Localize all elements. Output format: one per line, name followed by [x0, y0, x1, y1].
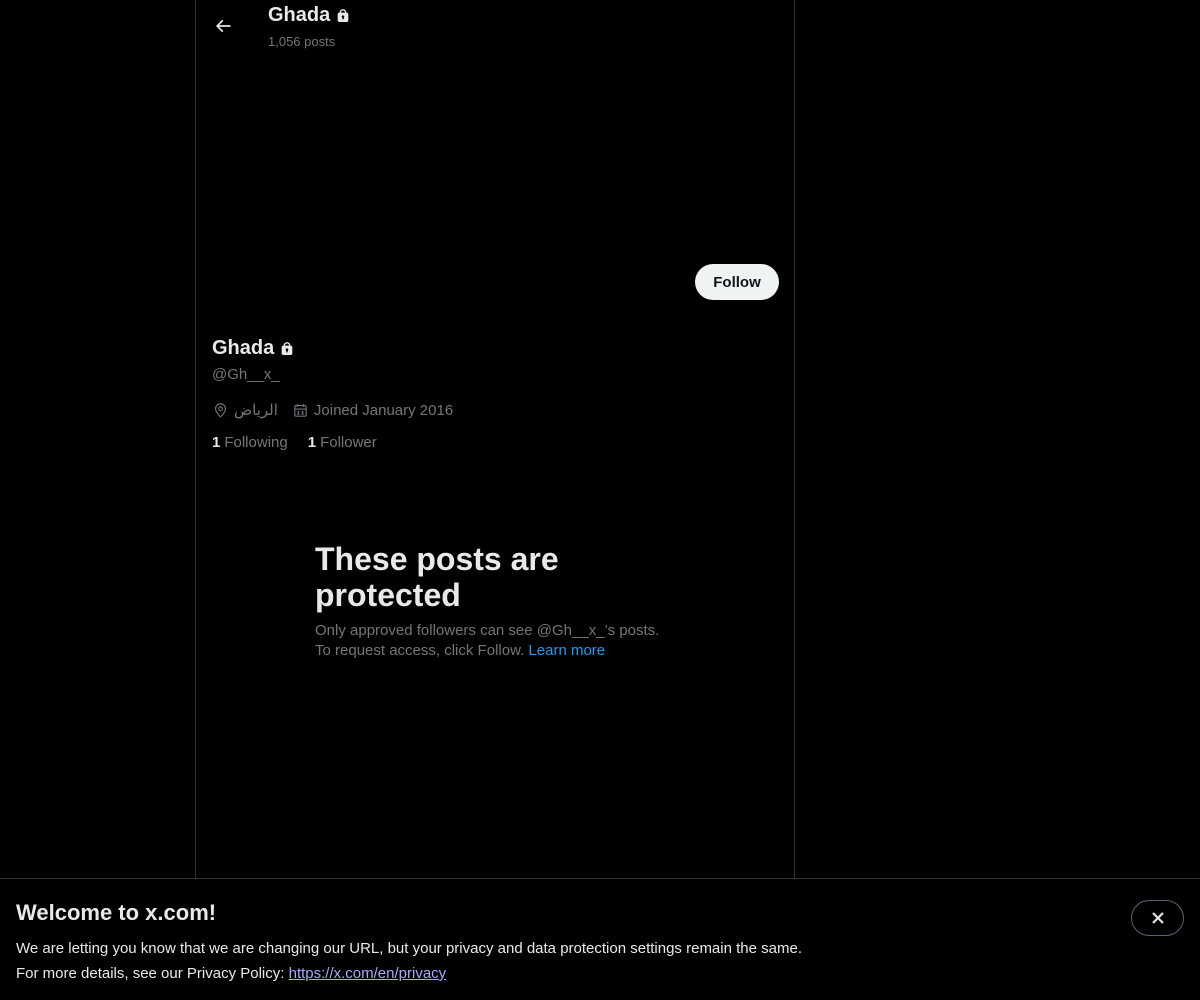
calendar-icon	[294, 403, 307, 417]
follow-stats: 1 Following 1 Follower	[212, 434, 397, 451]
follower-label: Follower	[320, 434, 377, 451]
profile-name: Ghada	[212, 337, 295, 360]
back-button[interactable]	[204, 7, 242, 45]
profile-display-name: Ghada	[212, 337, 275, 359]
profile-meta: الرياض Joined January 2016	[212, 401, 467, 419]
follower-count: 1	[307, 434, 317, 451]
banner-text: We are letting you know that we are chan…	[16, 936, 802, 986]
protected-notice: These posts are protected Only approved …	[315, 541, 695, 661]
protected-title: These posts are protected	[315, 541, 559, 613]
lock-icon	[281, 341, 293, 355]
header-name: Ghada	[268, 4, 331, 26]
banner-line1: We are letting you know that we are chan…	[16, 940, 802, 957]
profile-header-bar: Ghada 1,056 posts	[196, 0, 794, 53]
profile-column: Ghada 1,056 posts Follow Ghada @Gh__x_ ا…	[195, 0, 795, 879]
header-title: Ghada	[268, 4, 351, 27]
follow-button[interactable]: Follow	[695, 264, 779, 300]
close-banner-button[interactable]	[1131, 900, 1184, 936]
learn-more-link[interactable]: Learn more	[528, 642, 605, 659]
location-text: الرياض	[234, 402, 278, 419]
close-icon	[1151, 912, 1164, 924]
lock-icon	[337, 8, 349, 22]
protected-description: Only approved followers can see @Gh__x_’…	[315, 621, 695, 661]
following-label: Following	[224, 434, 288, 451]
post-count: 1,056 posts	[268, 34, 336, 49]
protected-desc-line1: Only approved followers can see @Gh__x_’…	[315, 622, 660, 639]
joined-item: Joined January 2016	[292, 402, 453, 419]
banner-line2-wrap: For more details, see our Privacy Policy…	[16, 961, 802, 986]
arrow-left-icon	[215, 19, 231, 33]
joined-text: Joined January 2016	[313, 401, 454, 419]
following-link[interactable]: 1 Following	[212, 434, 288, 451]
location-item: الرياض	[212, 401, 278, 419]
protected-desc-line2-wrap: To request access, click Follow. Learn m…	[315, 641, 695, 661]
profile-handle: @Gh__x_	[212, 366, 280, 383]
privacy-policy-link[interactable]: https://x.com/en/privacy	[289, 965, 447, 982]
protected-desc-line2: To request access, click Follow.	[315, 642, 525, 659]
banner-title: Welcome to x.com!	[16, 900, 217, 925]
banner-line2: For more details, see our Privacy Policy…	[16, 965, 285, 982]
location-pin-icon	[214, 402, 227, 418]
following-count: 1	[212, 434, 221, 451]
welcome-banner: Welcome to x.com! We are letting you kno…	[0, 878, 1200, 1000]
followers-link[interactable]: 1 Follower	[308, 434, 377, 451]
